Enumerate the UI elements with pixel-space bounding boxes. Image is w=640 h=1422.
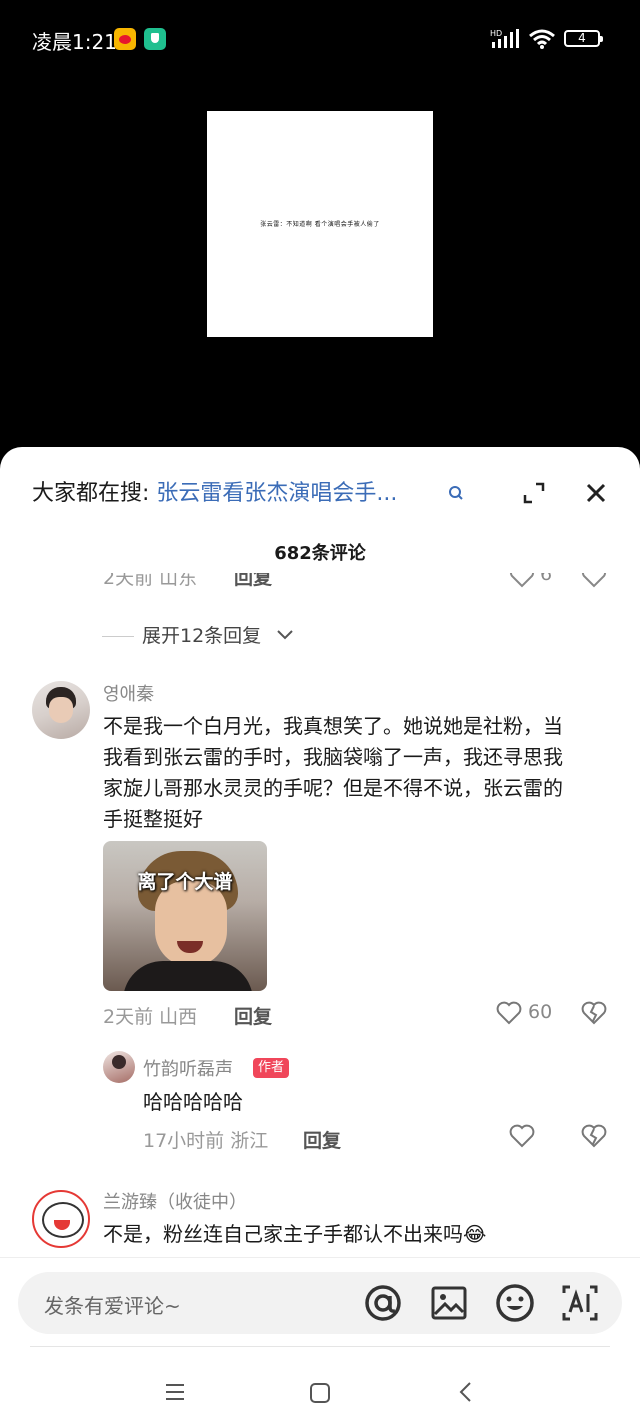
video-frame: 张云雷：不知道啊 看个演唱会手被人偷了 xyxy=(207,111,433,337)
reply-button[interactable]: 回复 xyxy=(303,1126,341,1153)
status-time: 凌晨1:21 xyxy=(32,30,117,54)
emoji-icon[interactable] xyxy=(494,1282,536,1324)
sticker-text: 离了个大谱 xyxy=(137,871,233,893)
comment-sticker-image[interactable]: 离了个大谱 xyxy=(103,841,267,991)
battery-indicator: 4 xyxy=(564,30,603,47)
comment-composer-bar: 发条有爱评论~ xyxy=(0,1257,640,1422)
dislike-icon[interactable] xyxy=(580,1122,608,1150)
comment-time-location: 2天前 山西 xyxy=(103,1006,198,1028)
comment-username[interactable]: 兰游臻（收徒中） xyxy=(103,1188,247,1214)
previous-comment-meta: 2天前 山东 回复 6 xyxy=(0,573,640,595)
avatar[interactable] xyxy=(103,1051,135,1083)
like-count: 60 xyxy=(528,1001,553,1023)
video-player[interactable]: 张云雷：不知道啊 看个演唱会手被人偷了 xyxy=(0,80,640,447)
expand-divider xyxy=(102,636,134,637)
image-icon[interactable] xyxy=(430,1284,468,1322)
comment-text-line: 我看到张云雷的手时，我脑袋嗡了一声，我还寻思我 xyxy=(103,745,563,769)
dislike-icon[interactable] xyxy=(580,999,608,1027)
close-icon[interactable] xyxy=(584,481,608,505)
back-icon[interactable] xyxy=(456,1380,476,1404)
comment-text-line: 不是我一个白月光，我真想笑了。她说她是社粉，当 xyxy=(103,714,563,738)
weibo-app-icon xyxy=(114,28,136,50)
home-icon[interactable] xyxy=(309,1382,331,1404)
video-caption: 张云雷：不知道啊 看个演唱会手被人偷了 xyxy=(260,221,380,228)
comment-input[interactable]: 发条有爱评论~ xyxy=(18,1272,622,1334)
svg-text:HD: HD xyxy=(490,29,502,38)
reply-button[interactable]: 回复 xyxy=(234,573,272,590)
comment-sheet: 大家都在搜: 张云雷看张杰演唱会手... 682条评论 2天前 山东 回复 6 … xyxy=(0,447,640,1422)
status-bar: 凌晨1:21 HD 4 xyxy=(0,0,640,80)
security-app-icon xyxy=(144,28,166,50)
ai-assist-icon[interactable] xyxy=(560,1283,600,1323)
trending-search-prefix: 大家都在搜: xyxy=(32,481,150,506)
comment-input-placeholder: 发条有爱评论~ xyxy=(44,1294,181,1318)
comment-text: 不是，粉丝连自己家主子手都认不出来吗😂 xyxy=(103,1222,487,1246)
like-icon[interactable] xyxy=(495,999,523,1027)
like-count: 6 xyxy=(540,573,553,585)
reply-text: 哈哈哈哈哈 xyxy=(143,1090,243,1114)
comment-text-line: 手挺整挺好 xyxy=(103,807,203,831)
trending-search-term[interactable]: 张云雷看张杰演唱会手... xyxy=(156,481,397,506)
like-icon[interactable] xyxy=(508,1122,536,1150)
reply-button[interactable]: 回复 xyxy=(234,1002,272,1029)
comment-text: 不是我一个白月光，我真想笑了。她说她是社粉，当 我看到张云雷的手时，我脑袋嗡了一… xyxy=(103,711,563,835)
wifi-icon xyxy=(529,29,555,49)
trending-search[interactable]: 大家都在搜: 张云雷看张杰演唱会手... xyxy=(32,477,397,511)
search-icon[interactable] xyxy=(448,485,464,501)
signal-icon: HD xyxy=(490,29,519,48)
comment-count: 682条评论 xyxy=(274,543,366,564)
author-badge: 作者 xyxy=(253,1058,290,1078)
comment-username[interactable]: 영애秦 xyxy=(103,680,154,706)
nav-divider xyxy=(30,1346,610,1347)
dislike-icon[interactable] xyxy=(580,573,608,589)
expand-icon[interactable] xyxy=(522,481,546,505)
comment-time-location: 2天前 山东 xyxy=(103,573,198,589)
reply-time-location: 17小时前 浙江 xyxy=(143,1130,269,1152)
comment-text-line: 家旋儿哥那水灵灵的手呢？但是不得不说，张云雷的 xyxy=(103,776,563,800)
mention-at-icon[interactable] xyxy=(362,1282,404,1324)
menu-icon[interactable] xyxy=(164,1382,186,1402)
expand-replies-button[interactable]: 展开12条回复 xyxy=(142,623,261,649)
like-icon[interactable] xyxy=(508,573,536,589)
avatar[interactable] xyxy=(32,1190,90,1248)
chevron-down-icon[interactable] xyxy=(276,628,294,642)
avatar[interactable] xyxy=(32,681,90,739)
reply-username[interactable]: 竹韵听磊声 xyxy=(143,1055,233,1081)
